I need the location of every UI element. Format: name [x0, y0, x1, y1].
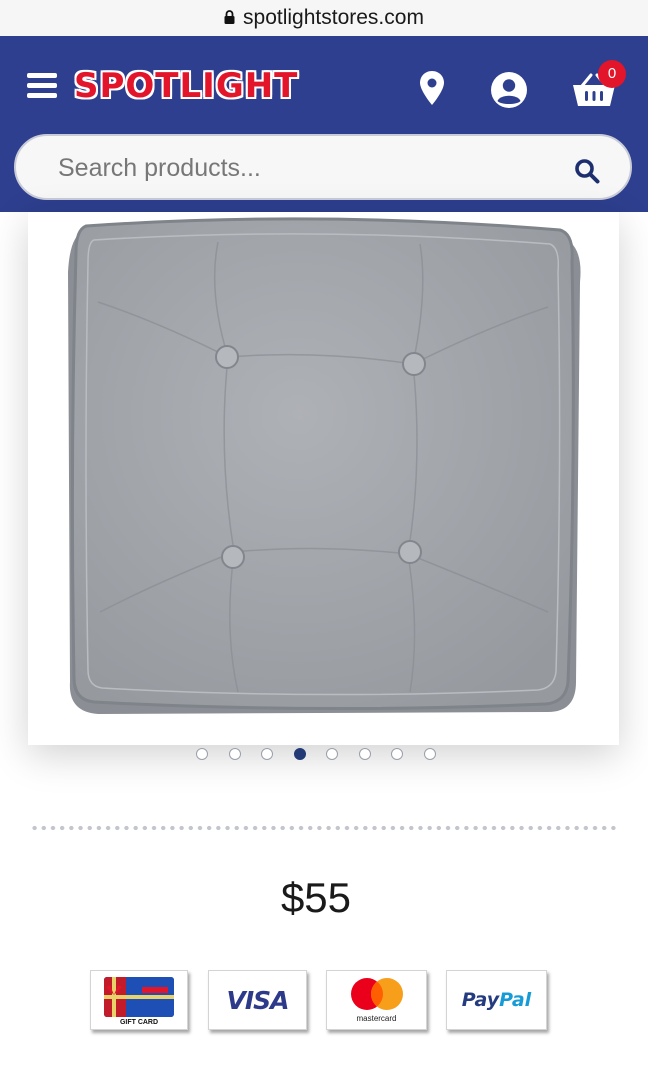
search-placeholder: Search products...	[58, 154, 261, 182]
mastercard-icon	[350, 978, 403, 1010]
site-header: SPOTLIGHT 0 Search products...	[0, 36, 648, 212]
carousel-dot[interactable]	[228, 748, 241, 760]
paypal-payment-badge: PayPal	[446, 970, 547, 1030]
gift-card-payment-badge: GIFT CARD	[90, 970, 188, 1030]
search-input[interactable]: Search products...	[14, 134, 632, 200]
carousel-dots	[196, 748, 456, 764]
carousel-dot[interactable]	[358, 748, 371, 760]
mastercard-payment-badge: mastercard	[326, 970, 427, 1030]
menu-icon[interactable]	[27, 70, 59, 100]
product-image	[68, 217, 581, 714]
carousel-dot[interactable]	[326, 748, 338, 760]
search-icon[interactable]	[574, 158, 600, 184]
carousel-dot-active[interactable]	[293, 748, 306, 760]
cart-count-badge: 0	[598, 60, 626, 88]
lock-icon	[224, 10, 235, 24]
gift-card-icon	[104, 977, 174, 1017]
account-icon[interactable]	[490, 71, 528, 109]
visa-logo: VISA	[226, 985, 289, 1015]
gift-card-label: GIFT CARD	[119, 1019, 159, 1026]
product-price: $55	[280, 874, 352, 921]
mastercard-label: mastercard	[356, 1014, 397, 1023]
carousel-dot[interactable]	[196, 748, 208, 760]
dotted-divider	[30, 825, 620, 831]
spotlight-logo[interactable]: SPOTLIGHT	[74, 66, 298, 106]
paypal-logo: PayPal	[461, 989, 532, 1011]
carousel-dot[interactable]	[423, 748, 436, 760]
location-pin-icon[interactable]	[418, 70, 446, 106]
visa-payment-badge: VISA	[208, 970, 307, 1030]
carousel-dot[interactable]	[391, 748, 403, 760]
browser-url-bar[interactable]: spotlightstores.com	[0, 0, 648, 36]
product-image-card[interactable]	[28, 212, 619, 745]
url-text: spotlightstores.com	[243, 6, 424, 29]
carousel-dot[interactable]	[261, 748, 273, 760]
